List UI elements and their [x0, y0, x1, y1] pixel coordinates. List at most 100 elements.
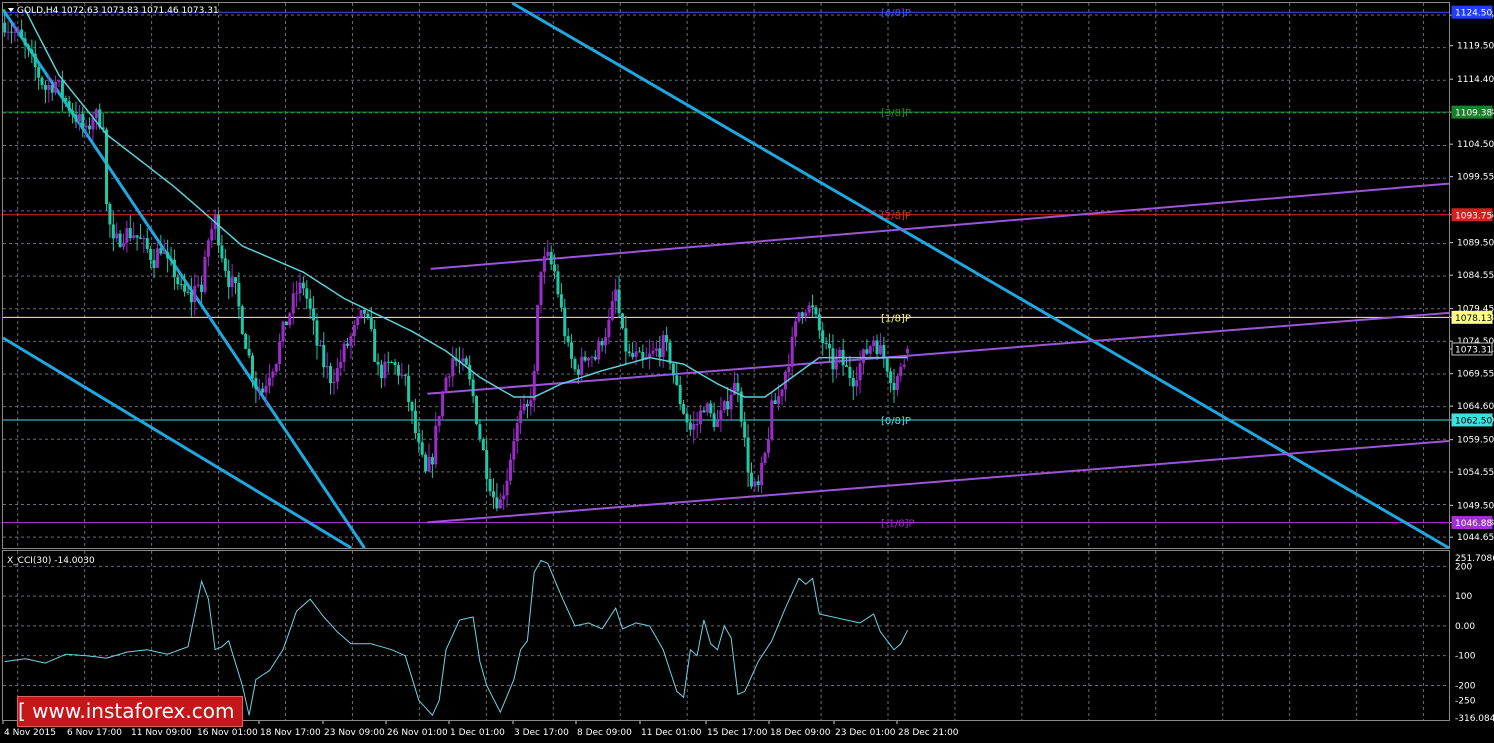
time-tick-label: 4 Nov 2015	[4, 728, 56, 738]
candle-body	[26, 45, 30, 50]
candle-body	[278, 341, 282, 365]
time-tick-label: 18 Nov 17:00	[260, 728, 321, 738]
candle-body	[352, 324, 356, 337]
candle-body	[848, 366, 852, 378]
candle-body	[875, 340, 879, 355]
candle-body	[485, 450, 489, 480]
candle-body	[648, 353, 652, 358]
candle-body	[773, 400, 777, 404]
candle-body	[23, 38, 27, 46]
candle-body	[668, 342, 672, 364]
candle-body	[475, 396, 479, 425]
candle-body	[895, 376, 899, 391]
candle-body	[366, 313, 370, 317]
candle-body	[322, 344, 326, 368]
time-tick-label: 1 Dec 01:00	[450, 728, 505, 738]
time-tick-label: 23 Nov 09:00	[324, 728, 385, 738]
candle-body	[553, 264, 557, 272]
candle-body	[71, 110, 75, 115]
candle-body	[471, 379, 475, 397]
instaforex-watermark[interactable]: [ www.instaforex.com ]	[17, 696, 243, 727]
candle-body	[600, 341, 604, 346]
candle-body	[315, 320, 319, 346]
candle-body	[525, 404, 529, 406]
candle-body	[468, 364, 472, 380]
candle-body	[821, 330, 825, 343]
murrey-label: [3/8]P	[881, 108, 911, 119]
candle-body	[695, 423, 699, 425]
candle-body	[142, 238, 146, 240]
cci-tick-label: 0.00	[1455, 622, 1475, 632]
candle-body	[135, 235, 139, 238]
candle-body	[383, 361, 387, 379]
candle-body	[94, 109, 98, 118]
candle-body	[838, 349, 842, 357]
candle-body	[183, 284, 187, 292]
candle-body	[902, 364, 906, 367]
candle-body	[491, 491, 495, 498]
time-tick-label: 11 Nov 09:00	[131, 728, 192, 738]
candle-body	[257, 388, 261, 390]
candle-body	[288, 313, 292, 326]
candle-body	[284, 321, 288, 326]
candle-body	[40, 77, 44, 86]
candle-body	[312, 308, 316, 321]
candle-body	[64, 97, 68, 102]
candle-body	[234, 277, 238, 283]
candle-body	[403, 374, 407, 376]
candle-body	[176, 277, 180, 285]
candle-body	[369, 316, 373, 330]
candle-body	[712, 413, 716, 428]
price-chart[interactable]: [4/8]P[3/8]P[2/8]P[1/8]P[0/8]P[-1/8]P 11…	[0, 0, 1494, 743]
candle-body	[169, 258, 173, 260]
candle-body	[138, 237, 142, 239]
price-tick-label: 1069.55	[1457, 370, 1494, 380]
candle-body	[359, 309, 363, 318]
candle-body	[186, 291, 190, 293]
candle-body	[386, 361, 390, 363]
time-tick-label: 18 Dec 09:00	[770, 728, 831, 738]
candle-body	[77, 114, 81, 122]
candle-body	[166, 252, 170, 259]
candle-body	[308, 298, 312, 309]
candle-body	[519, 410, 523, 424]
candle-body	[729, 394, 733, 410]
candle-body	[105, 129, 109, 204]
candle-body	[753, 481, 757, 487]
candle-body	[67, 101, 71, 111]
candle-body	[556, 271, 560, 295]
candle-body	[624, 328, 628, 352]
time-tick-label: 8 Dec 09:00	[577, 728, 632, 738]
candle-body	[464, 358, 468, 365]
candle-body	[515, 423, 519, 442]
cci-tick-label: 100	[1455, 592, 1472, 602]
candle-body	[193, 286, 197, 303]
candle-body	[787, 367, 791, 372]
candle-body	[512, 441, 516, 460]
candle-body	[749, 472, 753, 487]
price-tick-label: 1059.50	[1457, 436, 1494, 446]
candle-body	[617, 289, 621, 314]
candle-body	[685, 413, 689, 423]
candle-body	[736, 383, 740, 392]
time-tick-label: 3 Dec 17:00	[514, 728, 569, 738]
candle-body	[264, 385, 268, 393]
candle-body	[203, 256, 207, 292]
candle-body	[329, 366, 333, 384]
candle-body	[692, 424, 696, 430]
candle-body	[298, 282, 302, 294]
candle-body	[43, 85, 47, 90]
candle-body	[634, 351, 638, 357]
candle-body	[301, 282, 305, 289]
cci-tick-label: -316.0842	[1455, 714, 1494, 724]
price-tick-label: 1084.55	[1457, 271, 1494, 281]
candle-body	[356, 317, 360, 325]
time-tick-label: 28 Dec 21:00	[898, 728, 959, 738]
candle-body	[57, 80, 61, 82]
candle-body	[200, 284, 204, 292]
candle-body	[332, 381, 336, 384]
murrey-label: [0/8]P	[881, 416, 911, 427]
candle-body	[254, 377, 258, 389]
candle-body	[855, 380, 859, 387]
time-tick-label: 23 Dec 01:00	[835, 728, 896, 738]
